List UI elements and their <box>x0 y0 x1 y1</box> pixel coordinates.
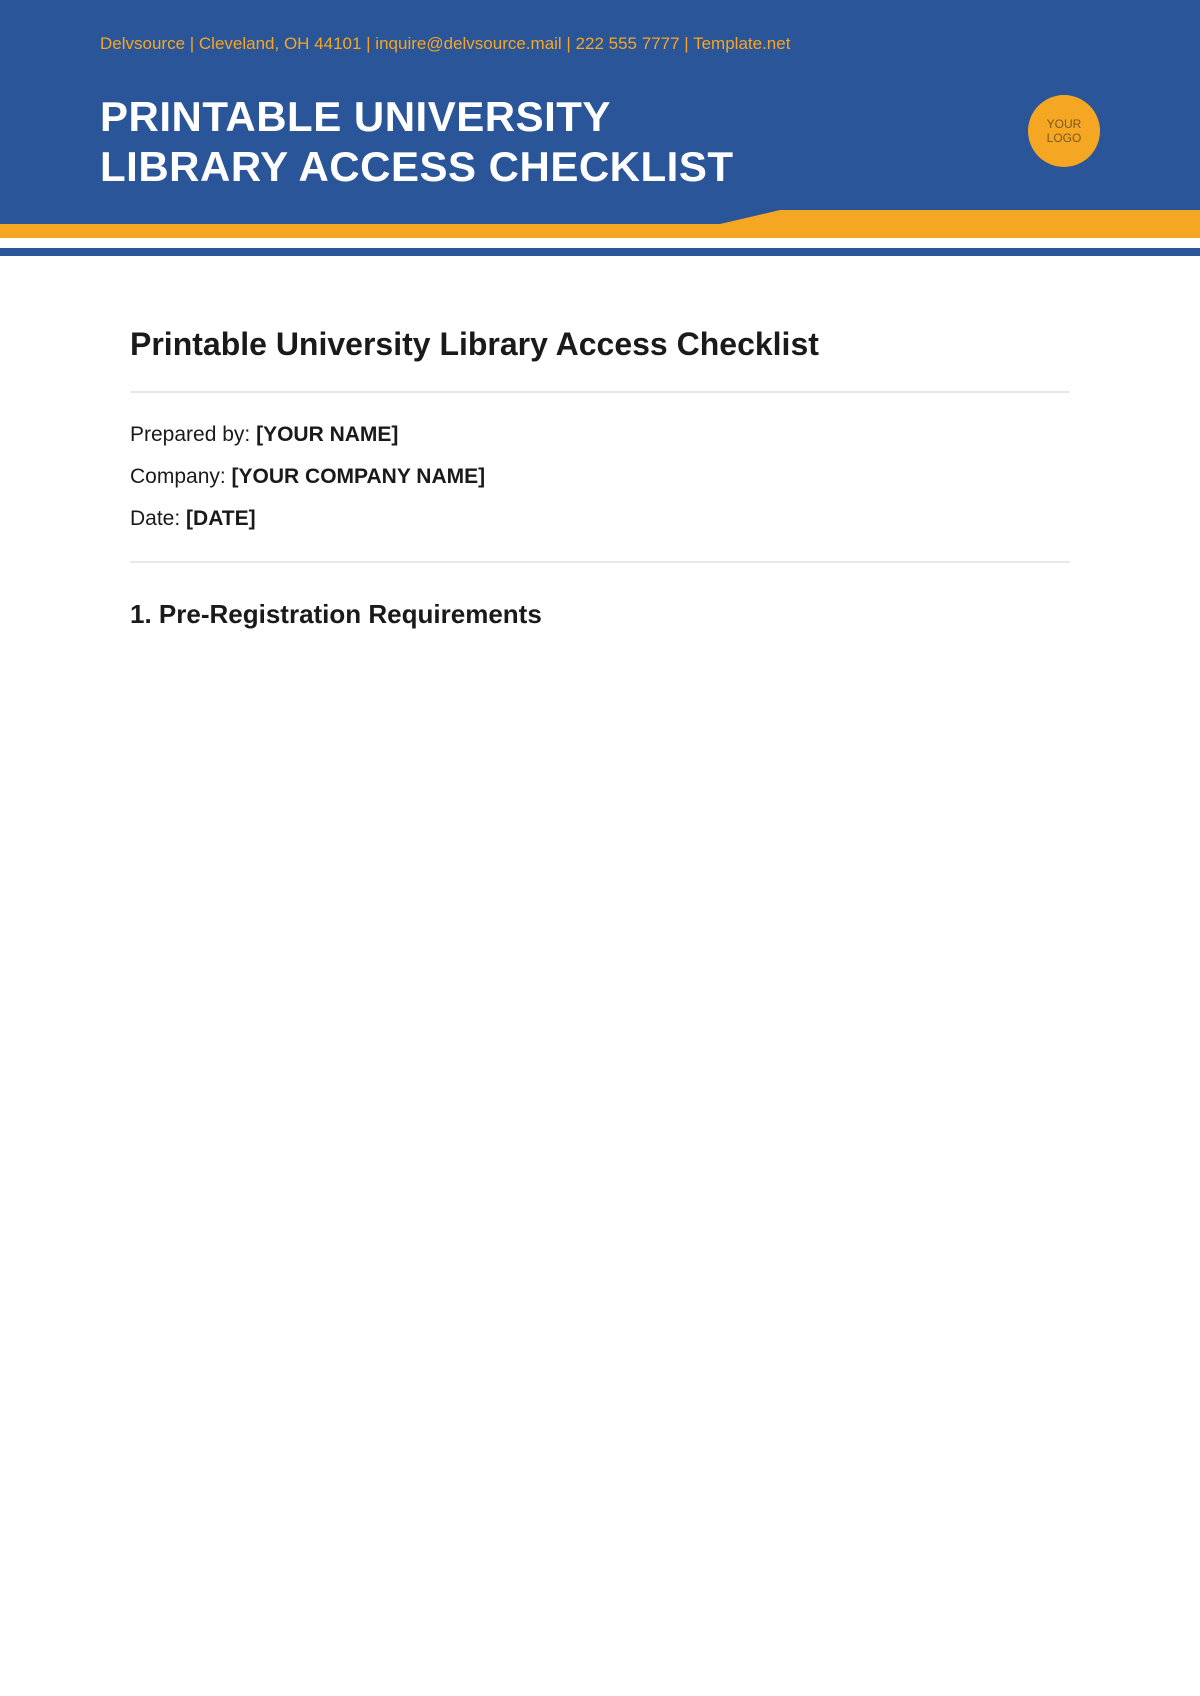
header-orange-band <box>0 210 1200 238</box>
prepared-by-line: Prepared by: [YOUR NAME] <box>130 423 1070 447</box>
date-line: Date: [DATE] <box>130 507 1070 531</box>
document-header: Delvsource | Cleveland, OH 44101 | inqui… <box>0 0 1200 210</box>
prepared-by-label: Prepared by: <box>130 423 256 446</box>
logo-placeholder: YOUR LOGO <box>1028 95 1100 167</box>
document-title: Printable University Library Access Chec… <box>130 326 1070 363</box>
company-line: Company: [YOUR COMPANY NAME] <box>130 465 1070 489</box>
divider-top <box>130 391 1070 393</box>
header-title-line1: PRINTABLE UNIVERSITY <box>100 92 1100 142</box>
date-value: [DATE] <box>186 507 256 530</box>
divider-bottom <box>130 561 1070 563</box>
date-label: Date: <box>130 507 186 530</box>
company-value: [YOUR COMPANY NAME] <box>232 465 486 488</box>
logo-text-line1: YOUR <box>1047 117 1082 131</box>
header-meta-line: Delvsource | Cleveland, OH 44101 | inqui… <box>100 34 1100 54</box>
company-label: Company: <box>130 465 232 488</box>
header-thin-blue-rule <box>0 248 1200 256</box>
logo-text-line2: LOGO <box>1047 131 1082 145</box>
section-1-heading: 1. Pre-Registration Requirements <box>130 599 1070 630</box>
document-content: Printable University Library Access Chec… <box>0 256 1200 630</box>
header-title-line2: LIBRARY ACCESS CHECKLIST <box>100 142 1100 192</box>
header-title: PRINTABLE UNIVERSITY LIBRARY ACCESS CHEC… <box>100 92 1100 193</box>
prepared-by-value: [YOUR NAME] <box>256 423 398 446</box>
